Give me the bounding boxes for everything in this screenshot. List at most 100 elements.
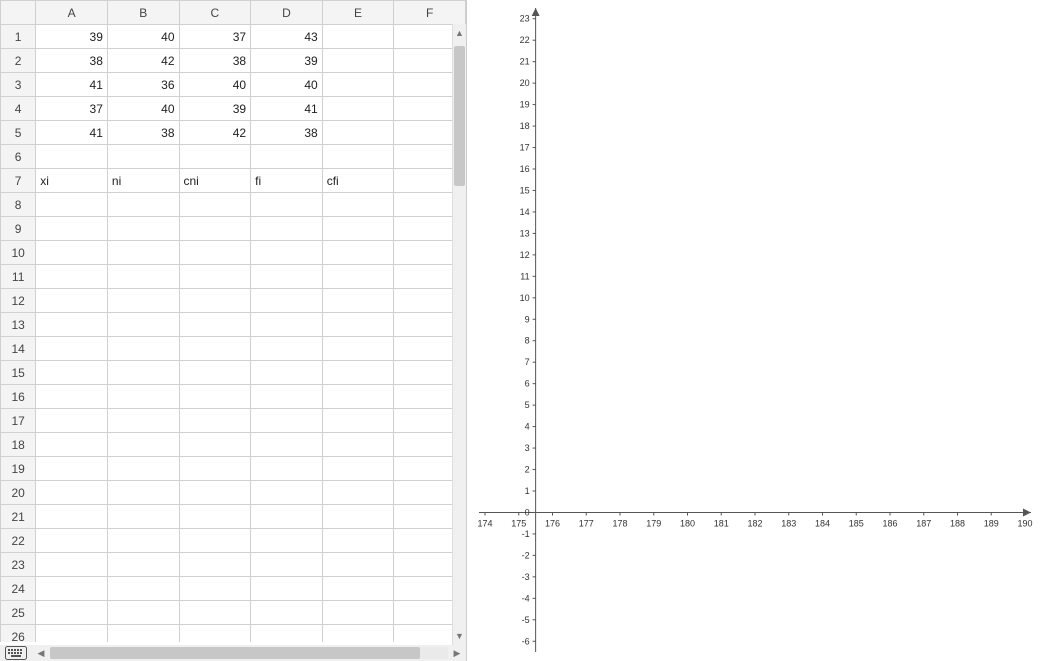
row-header-16[interactable]: 16 bbox=[1, 385, 36, 409]
row-header-22[interactable]: 22 bbox=[1, 529, 36, 553]
cell-E23[interactable] bbox=[322, 553, 394, 577]
cell-D22[interactable] bbox=[251, 529, 323, 553]
cell-A20[interactable] bbox=[36, 481, 108, 505]
cell-B18[interactable] bbox=[107, 433, 179, 457]
cell-B2[interactable]: 42 bbox=[107, 49, 179, 73]
cell-E5[interactable] bbox=[322, 121, 394, 145]
cell-D7[interactable]: fi bbox=[251, 169, 323, 193]
scroll-down-arrow-icon[interactable]: ▼ bbox=[453, 629, 466, 643]
cell-B4[interactable]: 40 bbox=[107, 97, 179, 121]
cell-C25[interactable] bbox=[179, 601, 251, 625]
cell-B13[interactable] bbox=[107, 313, 179, 337]
vertical-scrollbar[interactable]: ▲ ▼ bbox=[452, 24, 466, 645]
cell-B26[interactable] bbox=[107, 625, 179, 643]
cell-E15[interactable] bbox=[322, 361, 394, 385]
col-header-F[interactable]: F bbox=[394, 1, 466, 25]
cell-B20[interactable] bbox=[107, 481, 179, 505]
cell-A23[interactable] bbox=[36, 553, 108, 577]
row-header-21[interactable]: 21 bbox=[1, 505, 36, 529]
cell-A19[interactable] bbox=[36, 457, 108, 481]
cell-D26[interactable] bbox=[251, 625, 323, 643]
cell-E10[interactable] bbox=[322, 241, 394, 265]
row-header-14[interactable]: 14 bbox=[1, 337, 36, 361]
coordinate-plane[interactable]: -6-5-4-3-2-10123456789101112131415161718… bbox=[467, 0, 1040, 661]
cell-D2[interactable]: 39 bbox=[251, 49, 323, 73]
cell-E19[interactable] bbox=[322, 457, 394, 481]
cell-C24[interactable] bbox=[179, 577, 251, 601]
cell-A26[interactable] bbox=[36, 625, 108, 643]
cell-E21[interactable] bbox=[322, 505, 394, 529]
row-header-25[interactable]: 25 bbox=[1, 601, 36, 625]
cell-D24[interactable] bbox=[251, 577, 323, 601]
horizontal-scrollbar[interactable]: ◀ ▶ bbox=[34, 646, 464, 660]
cell-B7[interactable]: ni bbox=[107, 169, 179, 193]
cell-D6[interactable] bbox=[251, 145, 323, 169]
cell-E4[interactable] bbox=[322, 97, 394, 121]
cell-E7[interactable]: cfi bbox=[322, 169, 394, 193]
row-header-10[interactable]: 10 bbox=[1, 241, 36, 265]
graph-pane[interactable]: -6-5-4-3-2-10123456789101112131415161718… bbox=[467, 0, 1040, 661]
cell-E12[interactable] bbox=[322, 289, 394, 313]
cell-C5[interactable]: 42 bbox=[179, 121, 251, 145]
cell-E1[interactable] bbox=[322, 25, 394, 49]
cell-B3[interactable]: 36 bbox=[107, 73, 179, 97]
cell-A14[interactable] bbox=[36, 337, 108, 361]
cell-D21[interactable] bbox=[251, 505, 323, 529]
cell-E14[interactable] bbox=[322, 337, 394, 361]
scroll-left-arrow-icon[interactable]: ◀ bbox=[34, 646, 48, 660]
cell-C1[interactable]: 37 bbox=[179, 25, 251, 49]
row-header-9[interactable]: 9 bbox=[1, 217, 36, 241]
cell-E16[interactable] bbox=[322, 385, 394, 409]
cell-D9[interactable] bbox=[251, 217, 323, 241]
cell-E2[interactable] bbox=[322, 49, 394, 73]
cell-B14[interactable] bbox=[107, 337, 179, 361]
cell-B8[interactable] bbox=[107, 193, 179, 217]
cell-C26[interactable] bbox=[179, 625, 251, 643]
row-header-8[interactable]: 8 bbox=[1, 193, 36, 217]
cell-C15[interactable] bbox=[179, 361, 251, 385]
cell-D23[interactable] bbox=[251, 553, 323, 577]
cell-E18[interactable] bbox=[322, 433, 394, 457]
keyboard-icon[interactable] bbox=[0, 645, 32, 661]
cell-C16[interactable] bbox=[179, 385, 251, 409]
cell-B5[interactable]: 38 bbox=[107, 121, 179, 145]
cell-A18[interactable] bbox=[36, 433, 108, 457]
cell-B23[interactable] bbox=[107, 553, 179, 577]
cell-C22[interactable] bbox=[179, 529, 251, 553]
cell-C3[interactable]: 40 bbox=[179, 73, 251, 97]
row-header-26[interactable]: 26 bbox=[1, 625, 36, 643]
cell-C11[interactable] bbox=[179, 265, 251, 289]
cell-D14[interactable] bbox=[251, 337, 323, 361]
cell-E9[interactable] bbox=[322, 217, 394, 241]
cell-A10[interactable] bbox=[36, 241, 108, 265]
cell-A11[interactable] bbox=[36, 265, 108, 289]
cell-A7[interactable]: xi bbox=[36, 169, 108, 193]
cell-A16[interactable] bbox=[36, 385, 108, 409]
cell-D10[interactable] bbox=[251, 241, 323, 265]
cell-B12[interactable] bbox=[107, 289, 179, 313]
cell-E26[interactable] bbox=[322, 625, 394, 643]
cell-D12[interactable] bbox=[251, 289, 323, 313]
cell-B15[interactable] bbox=[107, 361, 179, 385]
cell-C6[interactable] bbox=[179, 145, 251, 169]
cell-D19[interactable] bbox=[251, 457, 323, 481]
cell-B22[interactable] bbox=[107, 529, 179, 553]
cell-E11[interactable] bbox=[322, 265, 394, 289]
cell-C21[interactable] bbox=[179, 505, 251, 529]
cell-D1[interactable]: 43 bbox=[251, 25, 323, 49]
select-all-corner[interactable] bbox=[1, 1, 36, 25]
cell-E17[interactable] bbox=[322, 409, 394, 433]
cell-C2[interactable]: 38 bbox=[179, 49, 251, 73]
cell-C18[interactable] bbox=[179, 433, 251, 457]
horizontal-scroll-thumb[interactable] bbox=[50, 647, 420, 659]
row-header-4[interactable]: 4 bbox=[1, 97, 36, 121]
row-header-7[interactable]: 7 bbox=[1, 169, 36, 193]
cell-D25[interactable] bbox=[251, 601, 323, 625]
cell-A8[interactable] bbox=[36, 193, 108, 217]
row-header-23[interactable]: 23 bbox=[1, 553, 36, 577]
cell-D17[interactable] bbox=[251, 409, 323, 433]
scroll-up-arrow-icon[interactable]: ▲ bbox=[453, 26, 466, 40]
col-header-D[interactable]: D bbox=[251, 1, 323, 25]
cell-C17[interactable] bbox=[179, 409, 251, 433]
cell-A13[interactable] bbox=[36, 313, 108, 337]
